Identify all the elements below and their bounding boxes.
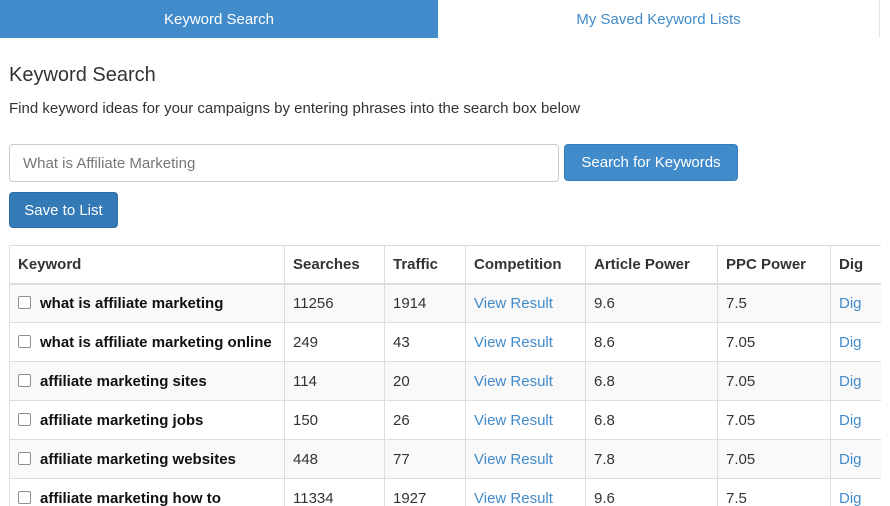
row-checkbox[interactable]: [18, 490, 31, 504]
dig-cell: Dig: [830, 400, 881, 440]
dig-link[interactable]: Dig: [839, 373, 862, 390]
searches-cell: 11334: [284, 478, 385, 506]
tab-my-saved-keyword-lists[interactable]: My Saved Keyword Lists: [438, 0, 880, 38]
row-checkbox[interactable]: [18, 295, 31, 309]
row-checkbox[interactable]: [18, 334, 31, 348]
tab-bar: Keyword Search My Saved Keyword Lists: [0, 0, 880, 38]
view-result-link[interactable]: View Result: [474, 295, 553, 312]
column-header-article-power: Article Power: [585, 245, 718, 285]
row-checkbox[interactable]: [18, 451, 31, 465]
table-row: affiliate marketing jobs 150 26 View Res…: [9, 400, 881, 440]
searches-cell: 448: [284, 439, 385, 479]
competition-cell: View Result: [465, 478, 586, 506]
page-title: Keyword Search: [9, 64, 156, 86]
ppc-power-cell: 7.05: [717, 361, 831, 401]
competition-cell: View Result: [465, 439, 586, 479]
column-header-searches: Searches: [284, 245, 385, 285]
traffic-cell: 1914: [384, 283, 466, 323]
table-row: affiliate marketing how to 11334 1927 Vi…: [9, 478, 881, 506]
view-result-link[interactable]: View Result: [474, 412, 553, 429]
dig-cell: Dig: [830, 478, 881, 506]
view-result-link[interactable]: View Result: [474, 451, 553, 468]
dig-cell: Dig: [830, 439, 881, 479]
table-row: affiliate marketing sites 114 20 View Re…: [9, 361, 881, 401]
searches-cell: 11256: [284, 283, 385, 323]
column-header-keyword: Keyword: [9, 245, 285, 285]
traffic-cell: 43: [384, 322, 466, 362]
competition-cell: View Result: [465, 322, 586, 362]
dig-cell: Dig: [830, 322, 881, 362]
keyword-text: affiliate marketing jobs: [40, 411, 204, 429]
dig-link[interactable]: Dig: [839, 490, 862, 506]
table-row: what is affiliate marketing 11256 1914 V…: [9, 283, 881, 323]
keyword-text: affiliate marketing websites: [40, 450, 236, 468]
table-row: what is affiliate marketing online 249 4…: [9, 322, 881, 362]
traffic-cell: 20: [384, 361, 466, 401]
keyword-cell: affiliate marketing how to: [9, 478, 285, 506]
dig-cell: Dig: [830, 361, 881, 401]
article-power-cell: 6.8: [585, 400, 718, 440]
dig-link[interactable]: Dig: [839, 334, 862, 351]
keyword-text: affiliate marketing sites: [40, 372, 207, 390]
searches-cell: 150: [284, 400, 385, 440]
tab-keyword-search[interactable]: Keyword Search: [0, 0, 438, 38]
traffic-cell: 1927: [384, 478, 466, 506]
column-header-traffic: Traffic: [384, 245, 466, 285]
traffic-cell: 26: [384, 400, 466, 440]
keyword-search-input[interactable]: [9, 144, 559, 182]
page-description: Find keyword ideas for your campaigns by…: [9, 100, 581, 117]
keyword-text: what is affiliate marketing online: [40, 333, 272, 351]
keyword-cell: what is affiliate marketing: [9, 283, 285, 323]
traffic-cell: 77: [384, 439, 466, 479]
row-checkbox[interactable]: [18, 412, 31, 426]
searches-cell: 114: [284, 361, 385, 401]
keyword-results-table: Keyword Searches Traffic Competition Art…: [9, 245, 881, 506]
ppc-power-cell: 7.05: [717, 439, 831, 479]
view-result-link[interactable]: View Result: [474, 490, 553, 506]
column-header-competition: Competition: [465, 245, 586, 285]
column-header-ppc-power: PPC Power: [717, 245, 831, 285]
keyword-cell: affiliate marketing jobs: [9, 400, 285, 440]
article-power-cell: 7.8: [585, 439, 718, 479]
competition-cell: View Result: [465, 283, 586, 323]
column-header-dig: Dig: [830, 245, 881, 285]
view-result-link[interactable]: View Result: [474, 334, 553, 351]
article-power-cell: 9.6: [585, 283, 718, 323]
dig-link[interactable]: Dig: [839, 412, 862, 429]
keyword-cell: affiliate marketing sites: [9, 361, 285, 401]
dig-link[interactable]: Dig: [839, 451, 862, 468]
save-to-list-button[interactable]: Save to List: [9, 192, 118, 228]
article-power-cell: 8.6: [585, 322, 718, 362]
search-for-keywords-button[interactable]: Search for Keywords: [564, 144, 738, 181]
keyword-cell: affiliate marketing websites: [9, 439, 285, 479]
ppc-power-cell: 7.5: [717, 478, 831, 506]
ppc-power-cell: 7.05: [717, 400, 831, 440]
keyword-text: what is affiliate marketing: [40, 294, 224, 312]
dig-cell: Dig: [830, 283, 881, 323]
table-row: affiliate marketing websites 448 77 View…: [9, 439, 881, 479]
article-power-cell: 9.6: [585, 478, 718, 506]
dig-link[interactable]: Dig: [839, 295, 862, 312]
keyword-cell: what is affiliate marketing online: [9, 322, 285, 362]
competition-cell: View Result: [465, 400, 586, 440]
competition-cell: View Result: [465, 361, 586, 401]
ppc-power-cell: 7.5: [717, 283, 831, 323]
table-header-row: Keyword Searches Traffic Competition Art…: [9, 245, 881, 285]
row-checkbox[interactable]: [18, 373, 31, 387]
article-power-cell: 6.8: [585, 361, 718, 401]
keyword-text: affiliate marketing how to: [40, 489, 221, 506]
ppc-power-cell: 7.05: [717, 322, 831, 362]
keyword-results-table-container: Keyword Searches Traffic Competition Art…: [9, 245, 881, 506]
searches-cell: 249: [284, 322, 385, 362]
view-result-link[interactable]: View Result: [474, 373, 553, 390]
